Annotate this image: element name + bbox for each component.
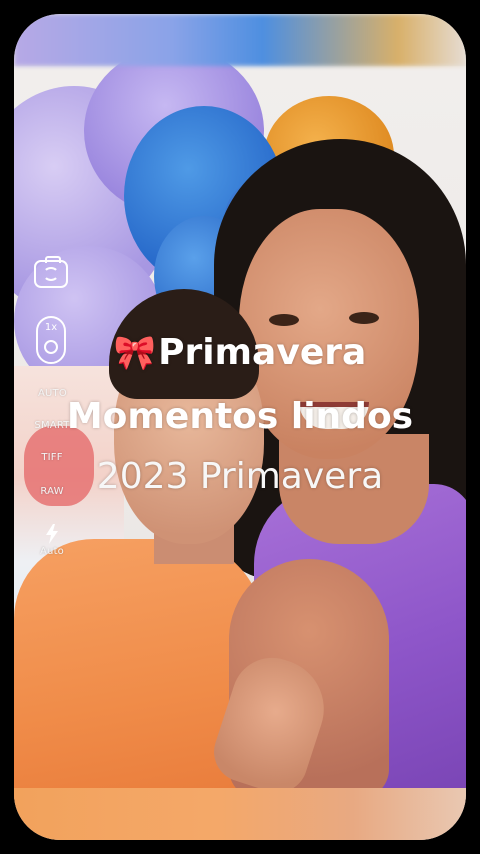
blurred-top-band — [14, 14, 466, 66]
caption-line-3: 2023 Primavera — [96, 456, 384, 497]
camera-flip-icon[interactable] — [34, 256, 68, 288]
caption-line-1-text: Primavera — [158, 332, 367, 373]
flash-mode-label[interactable]: Auto — [34, 546, 70, 557]
woman-eye — [349, 312, 379, 324]
woman-eye — [269, 314, 299, 326]
caption-line-1: 🎀Primavera — [0, 332, 480, 373]
camera-flip-icon-top — [45, 256, 61, 263]
ribbon-bow-icon: 🎀 — [113, 333, 157, 373]
camera-flip-icon-arrows — [43, 267, 59, 281]
lightning-icon[interactable] — [40, 522, 64, 548]
caption-line-2: Momentos lindos — [66, 396, 414, 437]
blurred-bottom-band — [14, 788, 466, 840]
